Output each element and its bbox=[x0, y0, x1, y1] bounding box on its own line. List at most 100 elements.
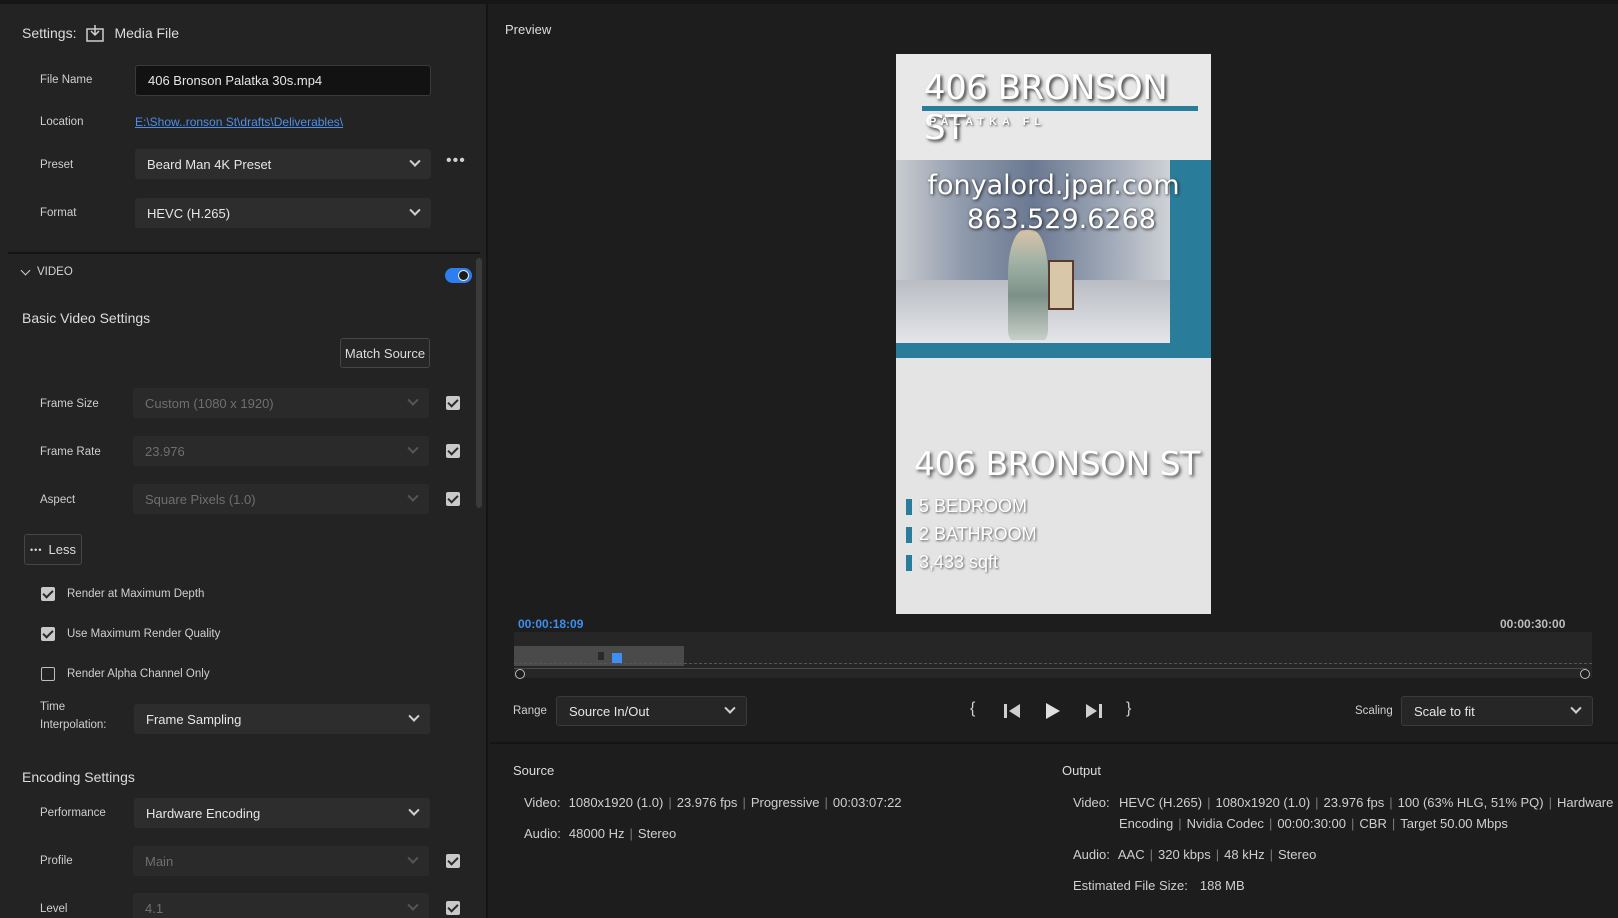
preview-frame: 406 BRONSON ST PALATKA FL fonyalord.jpar… bbox=[896, 54, 1211, 614]
person-figure bbox=[1008, 230, 1048, 340]
mark-in-icon[interactable]: { bbox=[970, 700, 975, 718]
step-back-icon[interactable] bbox=[1004, 703, 1022, 719]
top-subtitle-text: PALATKA FL bbox=[929, 116, 1047, 128]
level-label: Level bbox=[40, 903, 68, 915]
video-toggle[interactable] bbox=[445, 268, 472, 283]
media-file-label: Media File bbox=[114, 25, 180, 41]
mark-out-icon[interactable]: } bbox=[1126, 700, 1131, 718]
location-label: Location bbox=[40, 116, 84, 128]
less-button[interactable]: ••• Less bbox=[24, 534, 82, 565]
work-area-end-handle[interactable] bbox=[1580, 669, 1590, 679]
less-label: Less bbox=[48, 542, 76, 557]
playhead[interactable] bbox=[612, 653, 622, 663]
max-render-quality-label: Use Maximum Render Quality bbox=[67, 628, 221, 640]
source-video-fps: 23.976 fps bbox=[676, 795, 738, 810]
frame-rate-label: Frame Rate bbox=[40, 446, 101, 458]
aspect-dropdown: Square Pixels (1.0) bbox=[133, 484, 429, 514]
scrollbar-thumb[interactable] bbox=[476, 258, 482, 508]
level-checkbox[interactable] bbox=[446, 901, 460, 915]
step-forward-icon[interactable] bbox=[1084, 703, 1102, 719]
chevron-down-icon bbox=[20, 265, 31, 275]
range-dropdown[interactable]: Source In/Out bbox=[556, 696, 747, 726]
output-bitrate-mode: CBR bbox=[1359, 816, 1387, 831]
aspect-checkbox[interactable] bbox=[446, 492, 460, 506]
work-area-start-handle[interactable] bbox=[515, 669, 525, 679]
output-audio-line: Audio: AAC | 320 kbps | 48 kHz | Stereo bbox=[1073, 847, 1317, 862]
preset-dropdown[interactable]: Beard Man 4K Preset bbox=[135, 149, 431, 179]
time-interpolation-dropdown[interactable]: Frame Sampling bbox=[134, 704, 430, 734]
output-audio-codec: AAC bbox=[1117, 847, 1145, 862]
bullet-marker bbox=[906, 555, 912, 571]
output-hw: Hardware bbox=[1557, 795, 1614, 810]
performance-dropdown[interactable]: Hardware Encoding bbox=[134, 798, 430, 828]
chevron-down-icon bbox=[408, 710, 420, 722]
output-duration: 00:00:30:00 bbox=[1277, 816, 1347, 831]
bottom-title-text: 406 BRONSON ST bbox=[914, 444, 1200, 483]
info-card bbox=[896, 358, 1211, 614]
frame-size-checkbox[interactable] bbox=[446, 396, 460, 410]
profile-label: Profile bbox=[40, 855, 73, 867]
settings-label: Settings: bbox=[22, 25, 77, 41]
bullet-bathroom: 2 BATHROOM bbox=[919, 524, 1037, 544]
profile-checkbox[interactable] bbox=[446, 854, 460, 868]
phone-text: 863.529.6268 bbox=[967, 204, 1156, 235]
render-max-depth-label: Render at Maximum Depth bbox=[67, 588, 205, 600]
video-section-header[interactable]: VIDEO bbox=[20, 265, 73, 278]
preset-value: Beard Man 4K Preset bbox=[147, 156, 272, 172]
ellipsis-icon: ••• bbox=[30, 544, 43, 555]
bullet-marker bbox=[906, 527, 912, 543]
bullet-marker bbox=[906, 499, 912, 515]
preset-label: Preset bbox=[40, 159, 74, 171]
play-icon[interactable] bbox=[1046, 703, 1060, 719]
scaling-dropdown[interactable]: Scale to fit bbox=[1401, 696, 1593, 726]
section-divider bbox=[8, 252, 480, 254]
profile-value: Main bbox=[145, 853, 174, 869]
more-options-icon[interactable]: ••• bbox=[446, 152, 466, 170]
file-size-value: 188 MB bbox=[1199, 878, 1245, 893]
file-size-label: Estimated File Size: bbox=[1073, 878, 1188, 893]
frame-rate-checkbox[interactable] bbox=[446, 444, 460, 458]
match-source-button[interactable]: Match Source bbox=[340, 338, 430, 368]
render-alpha-checkbox[interactable] bbox=[41, 667, 55, 681]
output-target-bitrate: Target 50.00 Mbps bbox=[1400, 816, 1508, 831]
bullet-sqft: 3,433 sqft bbox=[919, 552, 999, 572]
output-video-label: Video: bbox=[1073, 795, 1110, 810]
file-name-input[interactable]: 406 Bronson Palatka 30s.mp4 bbox=[135, 65, 431, 96]
location-link[interactable]: E:\Show..ronson St\drafts\Deliverables\ bbox=[135, 115, 343, 129]
toggle-knob bbox=[458, 270, 469, 281]
chevron-down-icon bbox=[409, 155, 421, 167]
output-res: 1080x1920 (1.0) bbox=[1215, 795, 1311, 810]
source-audio-channels: Stereo bbox=[637, 826, 677, 841]
frame-size-label: Frame Size bbox=[40, 398, 99, 410]
output-fps: 23.976 fps bbox=[1323, 795, 1385, 810]
range-label: Range bbox=[513, 705, 547, 717]
video-section-label: VIDEO bbox=[37, 266, 73, 278]
source-audio-line: Audio: 48000 Hz | Stereo bbox=[524, 826, 677, 841]
output-audio-label: Audio: bbox=[1073, 847, 1110, 862]
output-audio-bitrate: 320 kbps bbox=[1158, 847, 1211, 862]
time-interpolation-value: Frame Sampling bbox=[146, 711, 242, 727]
source-audio-rate: 48000 Hz bbox=[568, 826, 625, 841]
work-area-bar bbox=[514, 668, 1587, 669]
max-render-quality-checkbox[interactable] bbox=[41, 627, 55, 641]
output-video-line-1: HEVC (H.265) | 1080x1920 (1.0) | 23.976 fp… bbox=[1119, 795, 1614, 810]
scaling-label: Scaling bbox=[1355, 705, 1393, 717]
scaling-value: Scale to fit bbox=[1414, 703, 1475, 719]
timeline-ticks bbox=[514, 663, 1592, 664]
preview-title: Preview bbox=[505, 22, 552, 37]
wall-scroll bbox=[1048, 260, 1074, 310]
media-file-icon bbox=[86, 25, 105, 42]
performance-label: Performance bbox=[40, 807, 106, 819]
source-audio-label: Audio: bbox=[524, 826, 561, 841]
source-video-res: 1080x1920 (1.0) bbox=[568, 795, 664, 810]
render-alpha-label: Render Alpha Channel Only bbox=[67, 668, 210, 680]
encoding-settings-title: Encoding Settings bbox=[22, 769, 135, 785]
chevron-down-icon bbox=[407, 394, 419, 406]
aspect-label: Aspect bbox=[40, 494, 76, 506]
website-text: fonyalord.jpar.com bbox=[927, 170, 1180, 201]
file-name-label: File Name bbox=[40, 74, 93, 86]
render-max-depth-checkbox[interactable] bbox=[41, 587, 55, 601]
format-dropdown[interactable]: HEVC (H.265) bbox=[135, 198, 431, 228]
output-codec: HEVC (H.265) bbox=[1119, 795, 1203, 810]
source-video-scan: Progressive bbox=[750, 795, 820, 810]
